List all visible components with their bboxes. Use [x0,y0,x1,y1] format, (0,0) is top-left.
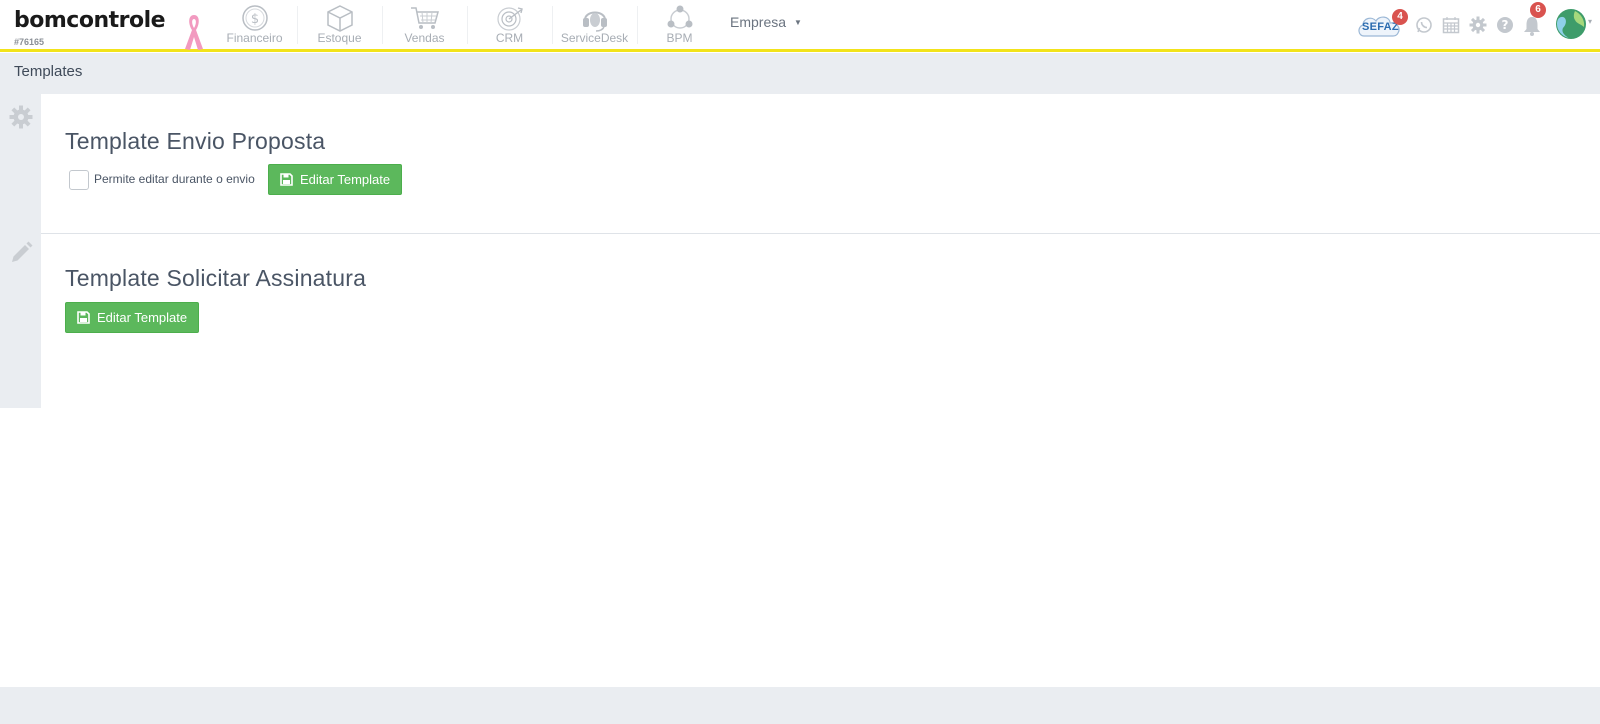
company-dropdown[interactable]: Empresa ▼ [730,14,802,30]
logo-text: bomcontrole [14,8,166,33]
settings-gear-icon[interactable] [1469,16,1487,34]
calendar-icon[interactable] [1442,16,1460,34]
module-bpm[interactable]: BPM [637,0,722,50]
target-icon [496,7,523,31]
logo[interactable]: bomcontrole #76165 [14,8,184,48]
sefaz-label: SEFAZ [1362,21,1399,33]
module-label: Vendas [404,31,445,45]
module-servicedesk[interactable]: ServiceDesk [552,0,637,50]
whatsapp-icon[interactable] [1415,16,1433,34]
save-icon [280,173,293,186]
chevron-down-icon: ▾ [1588,17,1593,26]
module-label: Estoque [317,31,362,45]
module-crm[interactable]: CRM [467,0,552,50]
header-actions: SEFAZ 4 ? 6 ▾ [1340,0,1600,50]
pink-ribbon-icon [185,15,203,50]
save-icon [77,311,90,324]
module-nav: $ Financeiro Estoque Vendas CRM ServiceD… [212,0,722,50]
section-divider [41,233,1600,234]
edit-template-assinatura-button[interactable]: Editar Template [65,302,200,333]
help-icon[interactable]: ? [1496,16,1514,34]
user-avatar-menu[interactable]: ▾ [1555,8,1597,40]
section-title-envio-proposta: Template Envio Proposta [65,128,326,154]
allow-edit-checkbox[interactable] [69,170,89,190]
edit-template-label: Editar Template [300,172,391,187]
gear-icon [9,105,33,129]
module-estoque[interactable]: Estoque [297,0,382,50]
sefaz-button[interactable]: SEFAZ 4 [1356,9,1408,38]
svg-text:?: ? [1502,18,1509,32]
page-header: Templates [0,53,1600,94]
edit-template-envio-button[interactable]: Editar Template [268,164,403,195]
footer-strip [0,687,1600,724]
cart-icon [410,7,439,29]
caret-down-icon: ▼ [794,18,802,27]
module-label: ServiceDesk [560,31,629,45]
sefaz-badge: 4 [1392,9,1408,25]
company-dropdown-label: Empresa [730,14,787,30]
edit-template-label: Editar Template [97,310,188,325]
module-label: CRM [495,31,524,45]
notifications-button[interactable]: 6 [1523,2,1546,36]
page-title: Templates [14,63,83,80]
module-label: Financeiro [226,31,283,45]
allow-edit-checkbox-row[interactable]: Permite editar durante o envio [69,170,255,190]
module-vendas[interactable]: Vendas [382,0,467,50]
section-title-solicitar-assinatura: Template Solicitar Assinatura [65,265,367,291]
allow-edit-checkbox-label: Permite editar durante o envio [94,172,255,186]
bell-icon [1524,17,1540,36]
dollar-circle-icon: $ [241,5,268,31]
pencil-icon [12,241,33,262]
headset-icon [582,11,607,32]
avatar [1556,9,1586,39]
account-id: #76165 [14,37,45,47]
top-navbar: bomcontrole #76165 $ Financeiro Estoque [0,0,1600,52]
module-financeiro[interactable]: $ Financeiro [212,0,297,50]
svg-text:$: $ [250,12,258,27]
network-icon [667,5,692,29]
notifications-badge: 6 [1530,2,1546,18]
box-icon [326,5,353,32]
module-label: BPM [666,31,693,45]
